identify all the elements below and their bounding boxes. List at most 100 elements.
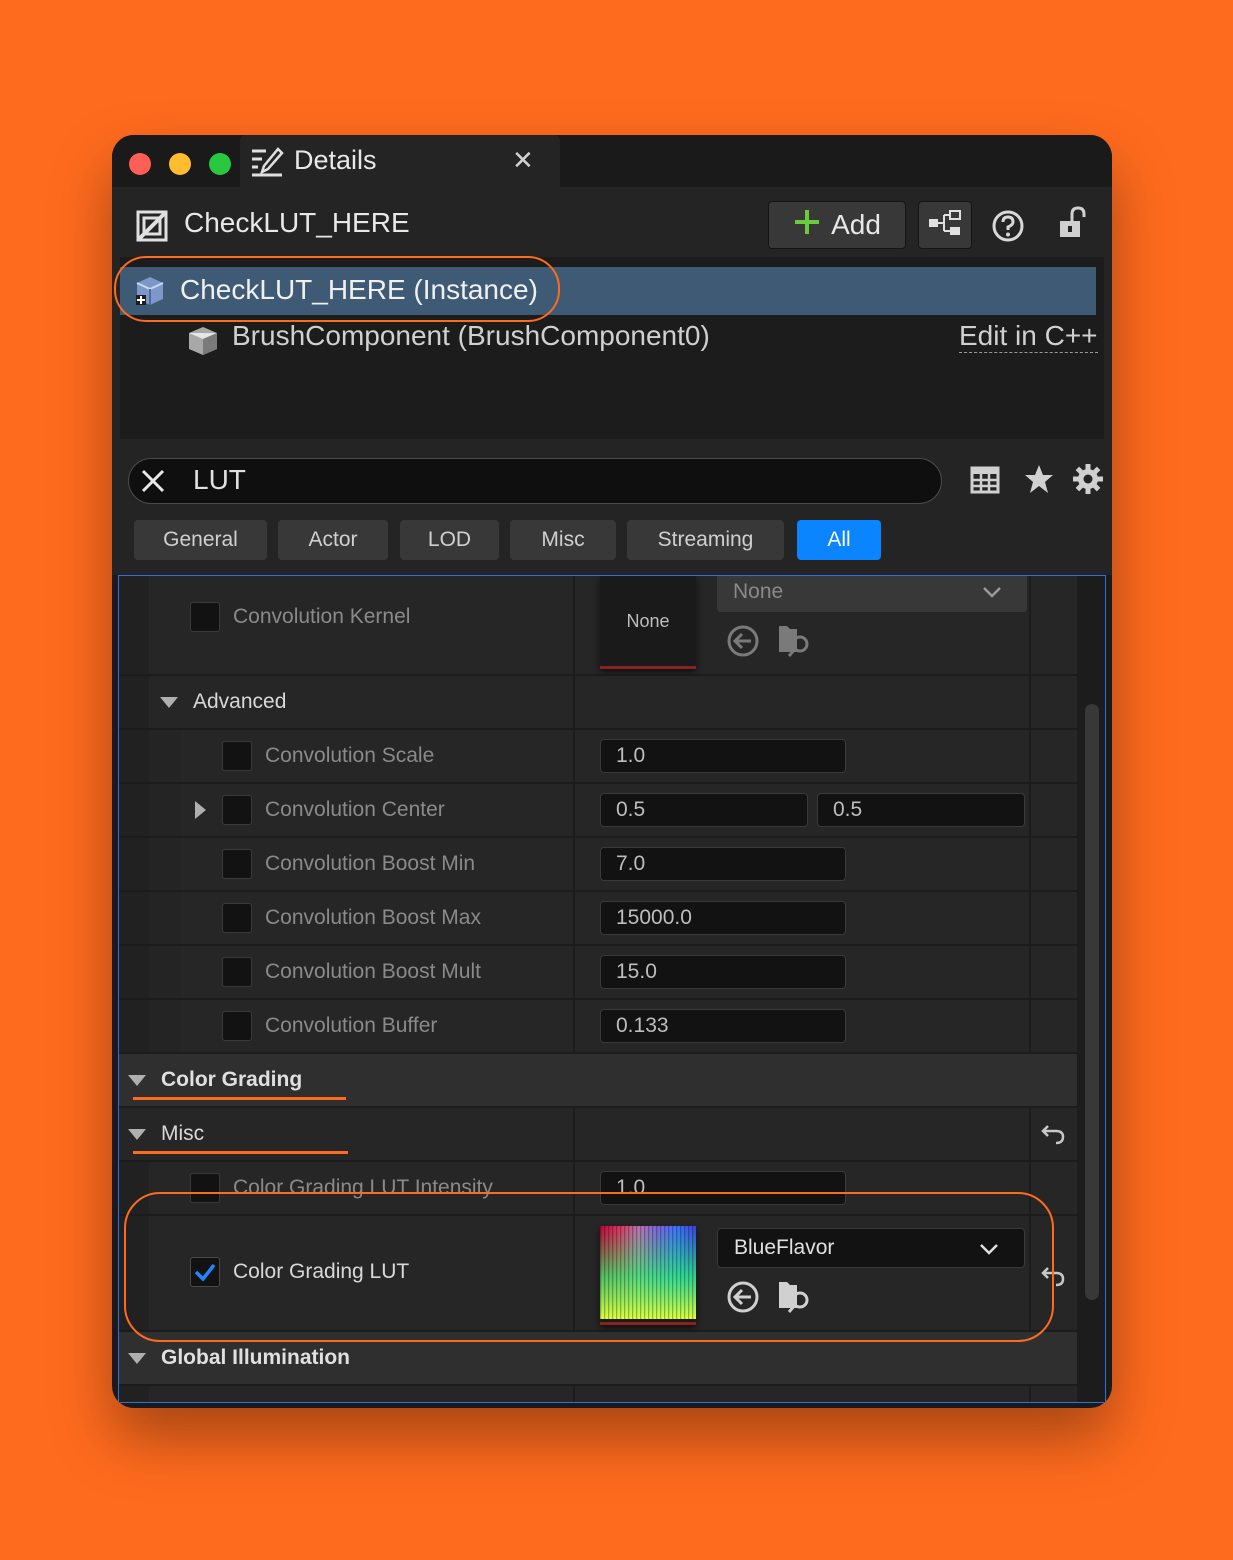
- number-field[interactable]: 1.0: [600, 739, 846, 773]
- vertical-scrollbar[interactable]: [1085, 704, 1099, 1300]
- tab-title: Details: [294, 145, 377, 175]
- override-checkbox[interactable]: [222, 849, 252, 879]
- number-field[interactable]: 1.0: [600, 1171, 846, 1205]
- number-field[interactable]: 7.0: [600, 847, 846, 881]
- help-icon[interactable]: [991, 209, 1025, 248]
- category-label: Color Grading: [161, 1068, 303, 1091]
- search-input[interactable]: LUT: [128, 458, 942, 504]
- number-field[interactable]: 15000.0: [600, 901, 846, 935]
- browse-asset-icon[interactable]: [777, 1278, 813, 1319]
- expand-arrow-icon[interactable]: [128, 1353, 146, 1364]
- property-label: Color Grading LUT Intensity: [233, 1176, 493, 1199]
- property-label: Convolution Center: [265, 798, 445, 821]
- category-global-illumination[interactable]: Global Illumination: [119, 1332, 1077, 1386]
- group-row-misc[interactable]: Misc: [119, 1108, 1077, 1162]
- settings-gear-icon[interactable]: [1072, 463, 1104, 500]
- component-tree: CheckLUT_HERE (Instance) BrushComponent …: [120, 257, 1104, 439]
- expand-arrow-icon[interactable]: [195, 801, 206, 819]
- category-color-grading[interactable]: Color Grading: [119, 1054, 1077, 1108]
- reset-to-default-icon[interactable]: [1040, 1122, 1066, 1151]
- property-label: Color Grading LUT: [233, 1260, 410, 1283]
- checkmark-icon: [194, 1261, 216, 1288]
- tree-item-instance-label: CheckLUT_HERE (Instance): [180, 274, 538, 305]
- chevron-down-icon: [981, 581, 1003, 609]
- filter-misc[interactable]: Misc: [510, 520, 616, 560]
- unlocked-icon[interactable]: [1058, 205, 1088, 244]
- favorites-star-icon[interactable]: [1023, 463, 1055, 500]
- group-label: Advanced: [193, 690, 287, 713]
- property-row-cutoff: [119, 1386, 1077, 1402]
- filter-lod[interactable]: LOD: [400, 520, 499, 560]
- maximize-window-button[interactable]: [209, 153, 231, 175]
- property-label: Convolution Scale: [265, 744, 435, 767]
- property-row-color-grading-lut: Color Grading LUT BlueFlavor: [119, 1216, 1077, 1332]
- override-checkbox[interactable]: [222, 795, 252, 825]
- dropdown-value: BlueFlavor: [734, 1236, 835, 1259]
- hierarchy-icon: [928, 209, 962, 241]
- use-selected-asset-icon[interactable]: [726, 624, 760, 663]
- thumbnail-label: None: [626, 610, 670, 631]
- filter-all[interactable]: All: [797, 520, 881, 560]
- annotation-underline: [133, 1151, 348, 1154]
- details-pencil-icon: [250, 145, 284, 182]
- details-window: Details ✕ CheckLUT_HERE Add CheckLUT_HER…: [112, 135, 1112, 1408]
- category-label: Global Illumination: [161, 1346, 350, 1369]
- number-field[interactable]: 0.133: [600, 1009, 846, 1043]
- group-row-advanced[interactable]: Advanced: [119, 676, 1077, 730]
- property-row-convolution-boost-mult: Convolution Boost Mult 15.0: [119, 946, 1077, 1000]
- actor-name: CheckLUT_HERE: [184, 207, 410, 238]
- filter-general[interactable]: General: [134, 520, 267, 560]
- expand-arrow-icon[interactable]: [128, 1075, 146, 1086]
- override-checkbox[interactable]: [190, 1173, 220, 1203]
- property-label: Convolution Boost Mult: [265, 960, 481, 983]
- filter-streaming[interactable]: Streaming: [627, 520, 784, 560]
- override-checkbox[interactable]: [190, 602, 220, 632]
- group-label: Misc: [161, 1122, 205, 1145]
- edit-in-cpp-link[interactable]: Edit in C++: [959, 320, 1098, 354]
- add-component-button[interactable]: Add: [768, 201, 906, 249]
- override-checkbox-checked[interactable]: [190, 1257, 220, 1287]
- search-filter-bar: LUT General Actor LOD Misc Streaming All: [112, 445, 1112, 575]
- lut-asset-dropdown[interactable]: BlueFlavor: [717, 1228, 1025, 1268]
- number-field-y[interactable]: 0.5: [817, 793, 1025, 827]
- plus-icon: [793, 208, 821, 243]
- lut-thumbnail[interactable]: [600, 1226, 696, 1325]
- property-row-convolution-buffer: Convolution Buffer 0.133: [119, 1000, 1077, 1054]
- number-field[interactable]: 15.0: [600, 955, 846, 989]
- override-checkbox[interactable]: [222, 1011, 252, 1041]
- tree-item-instance[interactable]: CheckLUT_HERE (Instance): [120, 267, 1096, 315]
- property-row-convolution-boost-max: Convolution Boost Max 15000.0: [119, 892, 1077, 946]
- override-checkbox[interactable]: [222, 903, 252, 933]
- override-checkbox[interactable]: [222, 957, 252, 987]
- use-selected-asset-icon[interactable]: [726, 1280, 760, 1319]
- expand-arrow-icon[interactable]: [128, 1129, 146, 1140]
- property-label: Convolution Boost Max: [265, 906, 481, 929]
- dropdown-value: None: [733, 580, 784, 603]
- number-field-x[interactable]: 0.5: [600, 793, 808, 827]
- property-row-convolution-center: Convolution Center 0.5 0.5: [119, 784, 1077, 838]
- expand-arrow-icon[interactable]: [160, 697, 178, 708]
- brush-component-icon: [186, 325, 220, 362]
- tab-details[interactable]: Details ✕: [240, 135, 560, 187]
- filter-actor[interactable]: Actor: [278, 520, 388, 560]
- property-row-convolution-kernel: Convolution Kernel None None: [119, 576, 1077, 676]
- property-label: Convolution Buffer: [265, 1014, 438, 1037]
- asset-dropdown[interactable]: None: [717, 576, 1027, 612]
- chevron-down-icon: [978, 1238, 1000, 1266]
- property-row-convolution-scale: Convolution Scale 1.0: [119, 730, 1077, 784]
- browse-asset-icon[interactable]: [777, 622, 813, 663]
- actor-icon: [136, 210, 168, 247]
- close-window-button[interactable]: [129, 153, 151, 175]
- add-label: Add: [831, 209, 881, 240]
- blueprint-hierarchy-button[interactable]: [918, 201, 972, 249]
- property-matrix-icon[interactable]: [970, 465, 1000, 500]
- property-label: Convolution Kernel: [233, 605, 411, 628]
- tree-item-brush-component[interactable]: BrushComponent (BrushComponent0): [232, 320, 710, 352]
- tab-close-icon[interactable]: ✕: [512, 145, 534, 176]
- clear-search-icon[interactable]: [139, 467, 167, 500]
- lut-texture-image: [600, 1226, 696, 1319]
- asset-thumbnail[interactable]: None: [600, 576, 696, 669]
- override-checkbox[interactable]: [222, 741, 252, 771]
- minimize-window-button[interactable]: [169, 153, 191, 175]
- reset-to-default-icon[interactable]: [1040, 1264, 1066, 1293]
